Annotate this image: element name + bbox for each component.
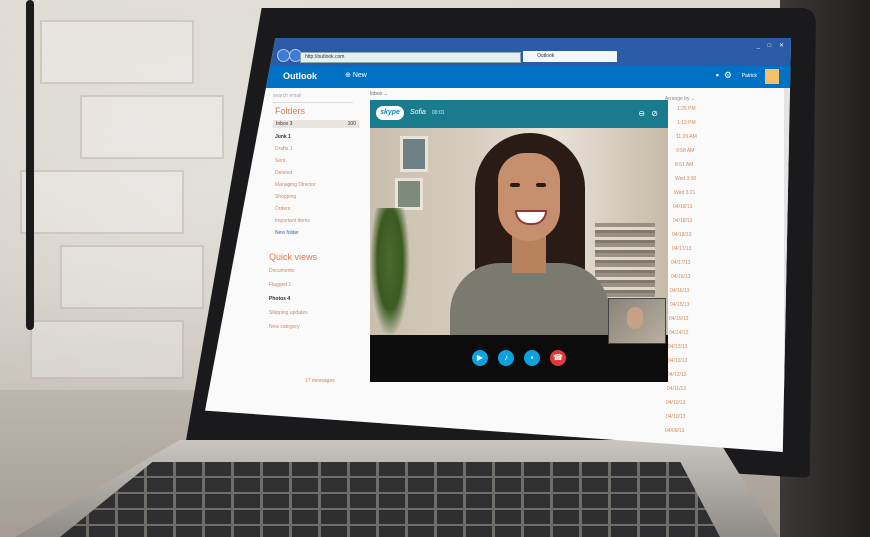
wall-picture: [395, 178, 423, 210]
folder-item-sent[interactable]: Sent: [275, 158, 285, 164]
time-cell: 9:58 AM: [676, 148, 695, 154]
folder-item-drafts[interactable]: Drafts 1: [275, 146, 293, 152]
video-button[interactable]: ▶: [472, 350, 488, 366]
keyboard: [60, 462, 720, 537]
time-cell: 1:13 PM: [677, 120, 696, 126]
quick-views-heading: Quick views: [269, 252, 318, 262]
chat-button[interactable]: ▪: [524, 350, 540, 366]
quick-view-photos[interactable]: Photos 4: [269, 296, 290, 302]
self-face: [627, 307, 643, 329]
outlook-logo[interactable]: Outlook: [283, 71, 317, 81]
person-eye: [510, 183, 520, 187]
time-cell: 04/12/13: [668, 358, 688, 364]
browser-chrome: http://outlook.com Outlook _ □ ✕: [205, 38, 791, 66]
skype-logo: skype: [376, 106, 404, 120]
gear-icon[interactable]: ⚙: [724, 70, 737, 80]
outlook-header: Outlook ⊕ New ▪⚙ Patrick: [205, 66, 791, 88]
time-cell: 1:25 PM: [677, 106, 696, 112]
quick-view-new-category[interactable]: New category: [269, 324, 300, 330]
person-face: [498, 153, 560, 241]
time-cell: 11:29 AM: [676, 134, 697, 140]
brick: [40, 20, 194, 84]
brick: [60, 245, 204, 309]
contact-name: Sofia: [410, 109, 426, 116]
folder-item-managing[interactable]: Managing Director: [275, 182, 316, 188]
call-timer: 00:01: [432, 110, 445, 116]
time-cell: 04/13/13: [668, 344, 688, 350]
quick-view-documents[interactable]: Documents: [269, 268, 294, 274]
time-cell: 04/18/13: [672, 232, 692, 238]
laptop-screen: http://outlook.com Outlook _ □ ✕ Outlook…: [205, 38, 791, 452]
quick-view-flagged[interactable]: Flagged 1: [269, 282, 291, 288]
time-cell: 04/15/13: [670, 302, 690, 308]
folder-label: Inbox 3: [276, 121, 293, 127]
skype-call-window: skype Sofia 00:01 ⊖ ⊘ ▶ ♪ ▪ ☎: [370, 100, 668, 382]
new-label: New: [352, 72, 367, 79]
time-cell: Wed 3:30: [675, 176, 697, 182]
header-icons[interactable]: ▪⚙: [716, 70, 737, 81]
wall-picture: [400, 136, 428, 172]
new-folder-link[interactable]: New folder: [275, 230, 299, 236]
time-cell: 04/17/13: [672, 246, 692, 252]
window-controls[interactable]: ⊖ ⊘: [638, 109, 660, 118]
person-eye: [536, 183, 546, 187]
time-cell: 04/10/13: [666, 400, 686, 406]
time-cell: 04/09/13: [665, 428, 685, 434]
time-cell: Wed 3:21: [674, 190, 696, 196]
folder-item-orders[interactable]: Orders: [275, 206, 290, 212]
browser-tab[interactable]: Outlook: [523, 51, 617, 62]
folder-item-junk[interactable]: Junk 1: [275, 134, 291, 140]
laptop-photo: http://outlook.com Outlook _ □ ✕ Outlook…: [0, 0, 870, 537]
quick-view-shipping[interactable]: Shipping updates: [269, 310, 308, 316]
address-bar[interactable]: http://outlook.com: [300, 52, 521, 63]
avatar[interactable]: [765, 69, 779, 84]
end-call-button[interactable]: ☎: [550, 350, 566, 366]
time-cell: 04/11/13: [667, 386, 687, 392]
folder-item-important[interactable]: Important Items: [275, 218, 310, 224]
time-cell: 8:51 AM: [675, 162, 694, 168]
time-cell: 04/14/13: [669, 330, 689, 336]
time-cell: 04/12/13: [667, 372, 687, 378]
plant: [370, 208, 410, 335]
time-cell: 04/19/13: [673, 204, 693, 210]
brick: [30, 320, 184, 379]
arrange-by[interactable]: Arrange by ⌄: [665, 96, 695, 102]
folder-item-deleted[interactable]: Deleted: [275, 170, 292, 176]
time-cell: 04/17/13: [671, 260, 691, 266]
folder-item-inbox[interactable]: Inbox 3 100: [273, 120, 359, 128]
brick: [80, 95, 224, 159]
skype-title-bar: skype Sofia 00:01 ⊖ ⊘: [370, 100, 668, 128]
user-name[interactable]: Patrick: [742, 73, 757, 79]
time-cell: 04/15/13: [669, 316, 689, 322]
time-cell: 04/16/13: [671, 274, 691, 280]
folder-item-shopping[interactable]: Shopping: [275, 194, 296, 200]
person-shirt: [450, 263, 610, 335]
message-count: 17 messages: [305, 378, 335, 384]
view-selector[interactable]: Inbox ⌄: [370, 91, 388, 97]
window-controls[interactable]: _ □ ✕: [757, 42, 787, 49]
brick: [20, 170, 184, 234]
self-view: [608, 298, 666, 344]
chat-icon[interactable]: ▪: [716, 70, 724, 80]
microphone-button[interactable]: ♪: [498, 350, 514, 366]
folders-heading: Folders: [275, 106, 306, 116]
time-cell: 04/16/13: [670, 288, 690, 294]
time-cell: 04/10/13: [666, 414, 686, 420]
time-cell: 04/18/13: [673, 218, 693, 224]
folder-count: 100: [347, 121, 356, 127]
search-input[interactable]: search email: [273, 93, 353, 103]
new-button[interactable]: ⊕ New: [345, 71, 367, 79]
cable: [26, 0, 34, 330]
